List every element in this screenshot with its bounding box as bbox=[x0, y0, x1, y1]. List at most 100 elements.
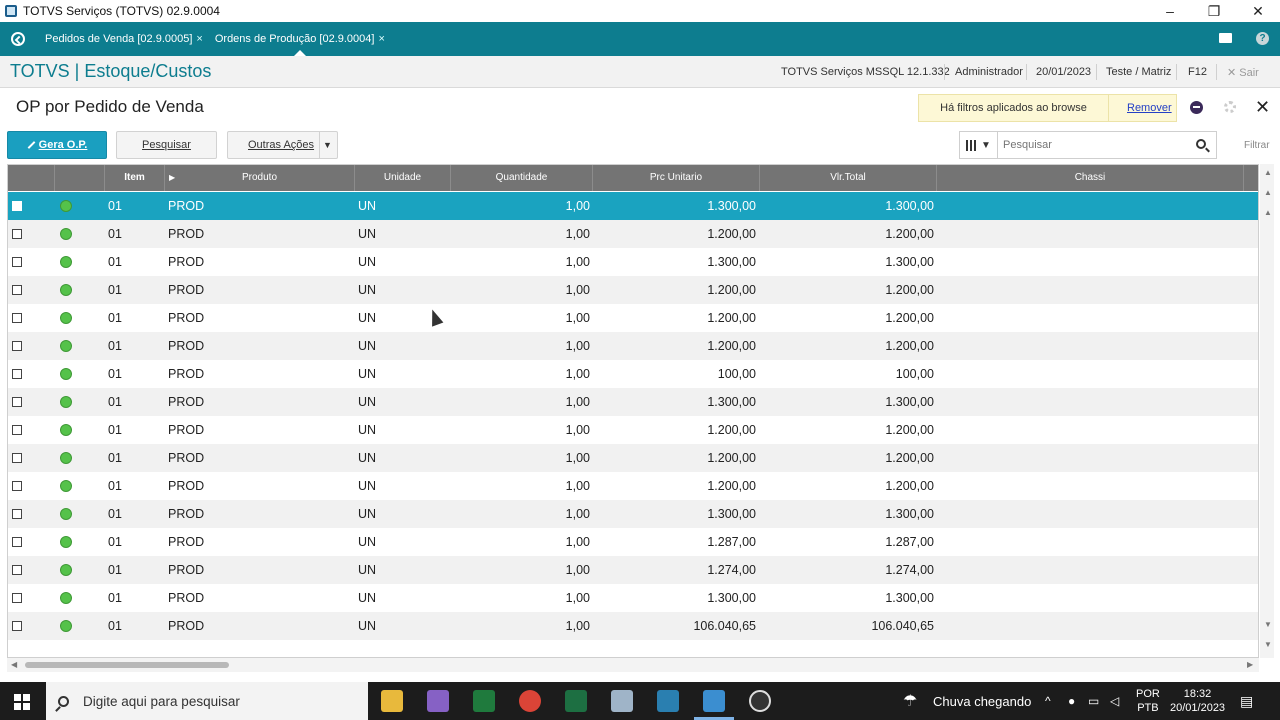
table-row[interactable]: 01 PROD UN 1,00 1.200,00 1.200,00 bbox=[8, 220, 1258, 248]
notifications-icon[interactable]: ▤ bbox=[1240, 682, 1253, 720]
row-checkbox[interactable] bbox=[12, 453, 22, 463]
exit-button[interactable]: ✕ Sair bbox=[1227, 56, 1259, 88]
scroll-up-icon[interactable]: ▲ bbox=[1264, 168, 1272, 177]
weather-text[interactable]: Chuva chegando bbox=[933, 682, 1031, 720]
row-checkbox[interactable] bbox=[12, 621, 22, 631]
header-item[interactable]: Item bbox=[105, 165, 165, 191]
windows-start-icon[interactable] bbox=[14, 694, 30, 710]
table-row[interactable]: 01 PROD UN 1,00 1.200,00 1.200,00 bbox=[8, 332, 1258, 360]
row-checkbox[interactable] bbox=[12, 201, 22, 211]
tab-pedidos-de-venda[interactable]: Pedidos de Venda [02.9.0005] × bbox=[39, 22, 209, 56]
clock[interactable]: 18:32 20/01/2023 bbox=[1170, 682, 1225, 720]
header-unidade[interactable]: Unidade bbox=[355, 165, 451, 191]
table-row[interactable]: 01 PROD UN 1,00 1.200,00 1.200,00 bbox=[8, 276, 1258, 304]
header-checkbox-column[interactable] bbox=[8, 165, 55, 191]
search-icon[interactable] bbox=[1196, 139, 1206, 149]
close-icon[interactable]: ✕ bbox=[1255, 97, 1270, 118]
environment-info[interactable]: TOTVS Serviços MSSQL 12.1.332 bbox=[781, 56, 950, 88]
table-row[interactable]: 01 PROD UN 1,00 1.200,00 1.200,00 bbox=[8, 304, 1258, 332]
microphone-icon[interactable]: ● bbox=[1068, 682, 1075, 720]
branch-info[interactable]: Teste / Matriz bbox=[1106, 56, 1171, 88]
excel-icon[interactable] bbox=[565, 690, 587, 712]
header-quantidade[interactable]: Quantidade bbox=[451, 165, 593, 191]
table-row[interactable]: 01 PROD UN 1,00 1.200,00 1.200,00 bbox=[8, 444, 1258, 472]
row-checkbox[interactable] bbox=[12, 313, 22, 323]
totvs-app-icon[interactable] bbox=[703, 690, 725, 712]
close-window-button[interactable]: ✕ bbox=[1236, 0, 1280, 22]
scroll-down-icon[interactable]: ▼ bbox=[1264, 640, 1272, 649]
row-checkbox[interactable] bbox=[12, 341, 22, 351]
notes-icon[interactable] bbox=[611, 690, 633, 712]
mail-icon[interactable] bbox=[1219, 33, 1232, 43]
visual-studio-icon[interactable] bbox=[427, 690, 449, 712]
table-row[interactable]: 01 PROD UN 1,00 1.300,00 1.300,00 bbox=[8, 500, 1258, 528]
horizontal-scrollbar[interactable]: ◀ ▶ bbox=[7, 658, 1259, 672]
taskbar-search[interactable]: Digite aqui para pesquisar bbox=[46, 682, 368, 720]
table-row[interactable]: 01 PROD UN 1,00 1.200,00 1.200,00 bbox=[8, 472, 1258, 500]
table-row[interactable]: 01 PROD UN 1,00 1.300,00 1.300,00 bbox=[8, 248, 1258, 276]
weather-icon[interactable]: ☂ bbox=[903, 682, 917, 720]
vertical-scrollbar[interactable]: ▲ ▲ ▲ ▼ ▼ bbox=[1260, 164, 1274, 658]
search-input[interactable] bbox=[1003, 139, 1183, 151]
row-checkbox[interactable] bbox=[12, 565, 22, 575]
chevron-up-icon[interactable]: ^ bbox=[1045, 682, 1051, 720]
scroll-down-icon[interactable]: ▼ bbox=[1264, 620, 1272, 629]
row-checkbox[interactable] bbox=[12, 425, 22, 435]
date-info[interactable]: 20/01/2023 bbox=[1036, 56, 1091, 88]
chrome-icon[interactable] bbox=[519, 690, 541, 712]
row-checkbox[interactable] bbox=[12, 397, 22, 407]
row-checkbox[interactable] bbox=[12, 481, 22, 491]
file-explorer-icon[interactable] bbox=[381, 690, 403, 712]
row-checkbox[interactable] bbox=[12, 229, 22, 239]
shortcut-info[interactable]: F12 bbox=[1188, 56, 1207, 88]
scroll-up-icon[interactable]: ▲ bbox=[1264, 208, 1272, 217]
language-indicator[interactable]: POR PTB bbox=[1136, 682, 1160, 720]
row-checkbox[interactable] bbox=[12, 369, 22, 379]
header-chassi[interactable]: Chassi bbox=[937, 165, 1244, 191]
gear-icon[interactable] bbox=[1224, 101, 1236, 113]
scroll-left-icon[interactable]: ◀ bbox=[11, 660, 17, 669]
remove-filter-link[interactable]: Remover bbox=[1127, 102, 1172, 114]
minimize-button[interactable]: – bbox=[1148, 0, 1192, 22]
scroll-right-icon[interactable]: ▶ bbox=[1247, 660, 1253, 669]
home-icon[interactable] bbox=[11, 32, 25, 46]
user-info[interactable]: Administrador bbox=[955, 56, 1023, 88]
scroll-thumb[interactable] bbox=[25, 662, 229, 668]
table-row[interactable]: 01 PROD UN 1,00 106.040,65 106.040,65 bbox=[8, 612, 1258, 640]
table-row[interactable]: 01 PROD UN 1,00 1.300,00 1.300,00 bbox=[8, 192, 1258, 220]
table-row[interactable]: 01 PROD UN 1,00 1.287,00 1.287,00 bbox=[8, 528, 1258, 556]
restore-button[interactable]: ❐ bbox=[1192, 0, 1236, 22]
header-prc-unitario[interactable]: Prc Unitario bbox=[593, 165, 760, 191]
tab-ordens-de-producao[interactable]: Ordens de Produção [02.9.0004] × bbox=[209, 22, 391, 56]
clock-app-icon[interactable] bbox=[749, 690, 771, 712]
tab-close-icon[interactable]: × bbox=[378, 33, 384, 45]
tab-close-icon[interactable]: × bbox=[196, 33, 202, 45]
table-row[interactable]: 01 PROD UN 1,00 100,00 100,00 bbox=[8, 360, 1258, 388]
filter-button[interactable]: Filtrar bbox=[1244, 140, 1270, 151]
row-checkbox[interactable] bbox=[12, 537, 22, 547]
row-checkbox[interactable] bbox=[12, 257, 22, 267]
search-button[interactable]: Pesquisar bbox=[116, 131, 217, 159]
row-checkbox[interactable] bbox=[12, 509, 22, 519]
options-icon[interactable] bbox=[1190, 101, 1203, 114]
table-row[interactable]: 01 PROD UN 1,00 1.300,00 1.300,00 bbox=[8, 584, 1258, 612]
table-row[interactable]: 01 PROD UN 1,00 1.300,00 1.300,00 bbox=[8, 388, 1258, 416]
volume-icon[interactable]: ◁ bbox=[1110, 682, 1119, 720]
table-row[interactable]: 01 PROD UN 1,00 1.274,00 1.274,00 bbox=[8, 556, 1258, 584]
scroll-up-icon[interactable]: ▲ bbox=[1264, 188, 1272, 197]
remote-app-icon[interactable] bbox=[657, 690, 679, 712]
table-row[interactable]: 01 PROD UN 1,00 1.200,00 1.200,00 bbox=[8, 416, 1258, 444]
column-selector[interactable]: ▼ bbox=[960, 132, 998, 158]
generate-op-button[interactable]: Gera O.P. bbox=[7, 131, 107, 159]
other-actions-button[interactable]: Outras Ações ▼ bbox=[227, 131, 338, 159]
help-icon[interactable]: ? bbox=[1256, 32, 1269, 45]
row-checkbox[interactable] bbox=[12, 285, 22, 295]
excel-file-icon[interactable] bbox=[473, 690, 495, 712]
header-vlr-total[interactable]: Vlr.Total bbox=[760, 165, 937, 191]
row-checkbox[interactable] bbox=[12, 593, 22, 603]
network-icon[interactable]: ▭ bbox=[1088, 682, 1099, 720]
header-status-column[interactable] bbox=[55, 165, 105, 191]
header-produto[interactable]: ▶ Produto bbox=[165, 165, 355, 191]
divider bbox=[1026, 64, 1027, 80]
chevron-down-icon[interactable]: ▼ bbox=[319, 132, 335, 158]
